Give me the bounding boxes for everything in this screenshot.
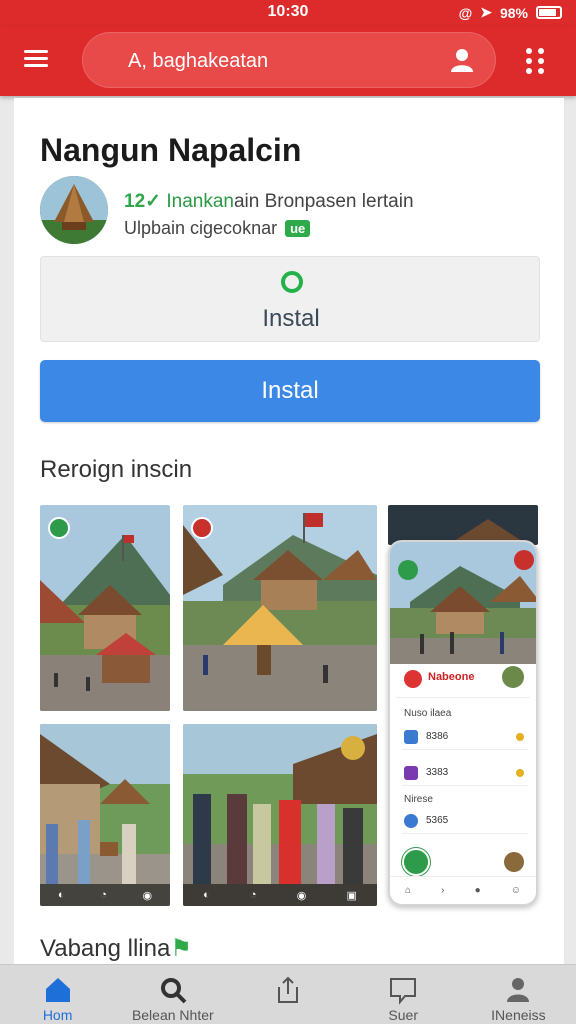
install-status-box: Instal xyxy=(40,256,540,342)
nav-chat[interactable]: Suer xyxy=(346,965,461,1024)
home-icon xyxy=(45,978,70,1002)
app-subtitle: Ulpbain cigecoknar xyxy=(124,218,278,238)
nav-home[interactable]: Hom xyxy=(0,965,115,1024)
app-subtitle-line: Ulpbain cigecoknar ue xyxy=(124,218,311,239)
list-value: 3383 xyxy=(426,767,449,778)
nav-profile[interactable]: INeneiss xyxy=(461,965,576,1024)
install-status-label: Instal xyxy=(262,305,320,332)
screenshots-title: Reroign inscin xyxy=(40,456,193,483)
avatar xyxy=(502,666,524,688)
profile-icon xyxy=(507,978,530,1002)
section-title-bottom-text: Vabang llina xyxy=(40,935,171,962)
shield-icon xyxy=(404,670,422,688)
phone-nav: ⌂ › ● ☺ xyxy=(390,876,536,904)
chevron-icon: › xyxy=(441,885,445,896)
list-icon xyxy=(404,766,418,780)
list-icon xyxy=(404,814,418,828)
section-title-bottom: Vabang llina⚑ xyxy=(40,934,192,963)
screenshot-2[interactable] xyxy=(183,505,377,711)
phone-header-image xyxy=(390,542,536,664)
app-badge-icon xyxy=(191,517,213,539)
account-icon[interactable] xyxy=(448,46,476,74)
app-badge-icon xyxy=(48,517,70,539)
app-bar: A, baghakeatan xyxy=(0,26,576,96)
verified-check: 12 xyxy=(124,191,146,212)
chat-icon xyxy=(390,978,417,1005)
phone-section-label: Nuso ilaea xyxy=(404,708,452,719)
nav-label: Belean Nhter xyxy=(131,1007,214,1023)
home-icon: ⌂ xyxy=(405,885,412,896)
avatar xyxy=(504,852,524,872)
install-button[interactable]: Instal xyxy=(40,360,540,422)
screenshot-5[interactable] xyxy=(388,505,538,545)
nav-label: Suer xyxy=(388,1007,418,1023)
nav-search[interactable]: Belean Nhter xyxy=(115,965,230,1024)
nav-label: Hom xyxy=(42,1007,73,1023)
dots-icon xyxy=(526,48,532,54)
phone-section-label: Nirese xyxy=(404,794,433,805)
user-icon: ☺ xyxy=(510,885,521,896)
battery-icon xyxy=(536,6,562,19)
developer-line: 12✓ Inankanain Bronpasen lertain xyxy=(124,190,414,213)
list-value: 5365 xyxy=(426,815,449,826)
verified-icon: ✓ xyxy=(145,191,162,212)
phone-mockup: Nabeone Nuso ilaea 8386 3383 Nirese 5365… xyxy=(388,540,538,906)
dot-icon xyxy=(516,769,524,777)
search-icon xyxy=(160,978,187,1004)
status-icons: @ ➤ 98% xyxy=(459,4,562,21)
rating-badge: ue xyxy=(285,220,311,237)
status-bar: 10:30 @ ➤ 98% xyxy=(0,0,576,26)
nav-share[interactable] xyxy=(230,965,345,1024)
nav-label: INeneiss xyxy=(491,1007,546,1023)
battery-percent: 98% xyxy=(499,4,528,21)
list-item: 5365 xyxy=(402,810,528,834)
phone-popup-title: Nabeone xyxy=(428,671,475,683)
screenshot-toolbar: ◐ ◔ ◉ xyxy=(40,884,170,906)
dot-icon xyxy=(516,733,524,741)
more-options-button[interactable] xyxy=(526,48,546,74)
search-text: A, baghakeatan xyxy=(128,50,269,72)
phone-fab xyxy=(402,848,430,876)
list-icon xyxy=(404,730,418,744)
location-icon: ➤ xyxy=(480,4,492,20)
screenshot-1[interactable] xyxy=(40,505,170,711)
screenshot-3[interactable]: ◐ ◔ ◉ xyxy=(40,724,170,906)
screenshot-4[interactable]: ◐ ◔ ◉ ▣ xyxy=(183,724,377,906)
phone-popup: Nabeone xyxy=(396,662,530,698)
search-bar[interactable]: A, baghakeatan xyxy=(82,32,496,88)
list-item: 3383 xyxy=(402,762,528,786)
app-title: Nangun Napalcin xyxy=(40,132,302,168)
progress-ring-icon xyxy=(281,271,303,293)
developer-brand[interactable]: Inankan xyxy=(166,191,234,212)
app-icon xyxy=(40,176,108,244)
flag-icon: ⚑ xyxy=(170,935,192,962)
menu-icon xyxy=(24,50,48,53)
bottom-nav: Hom Belean Nhter Suer INeneiss xyxy=(0,964,576,1024)
menu-button[interactable] xyxy=(24,46,54,76)
list-item: 8386 xyxy=(402,726,528,750)
share-icon xyxy=(278,976,298,1003)
notification-icon: @ xyxy=(458,4,473,21)
screenshot-toolbar: ◐ ◔ ◉ ▣ xyxy=(183,884,377,906)
list-value: 8386 xyxy=(426,731,449,742)
circle-icon: ● xyxy=(474,885,481,896)
developer-name: ain Bronpasen lertain xyxy=(233,191,414,212)
